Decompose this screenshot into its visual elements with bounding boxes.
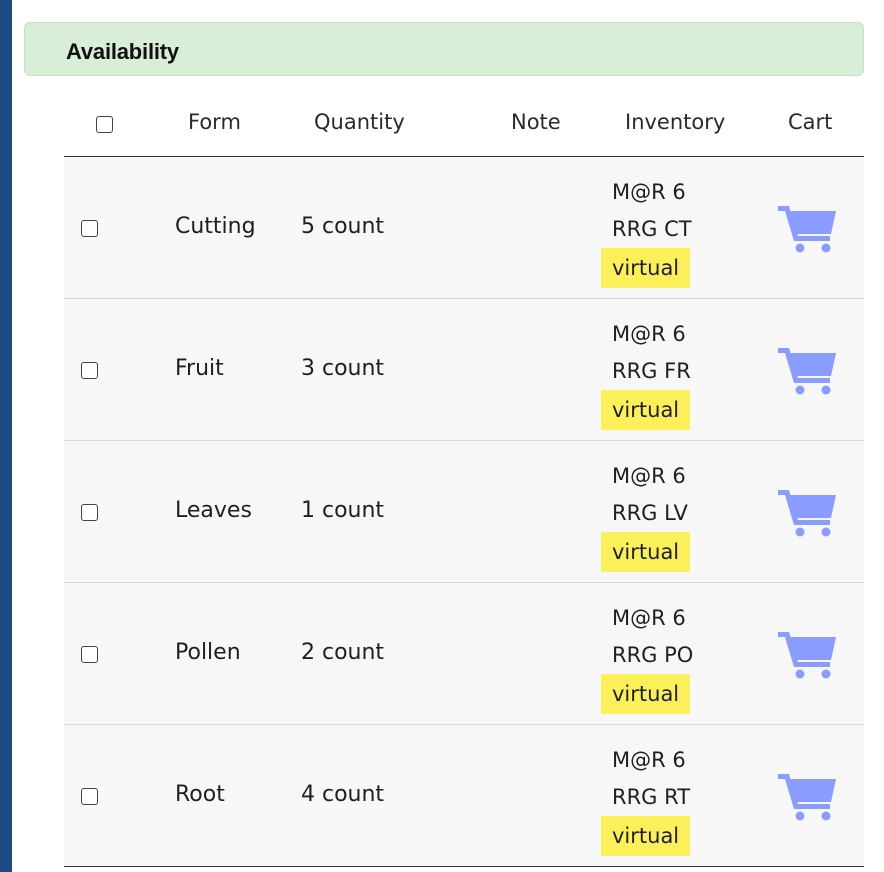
shopping-cart-icon[interactable]	[778, 345, 838, 395]
inventory-virtual-badge: virtual	[601, 248, 691, 288]
inventory-code: RRG RT	[612, 785, 691, 809]
row-quantity: 3 count	[301, 356, 385, 381]
row-inventory: M@R 6 RRG PO virtual	[601, 600, 694, 714]
row-inventory: M@R 6 RRG CT virtual	[601, 174, 692, 288]
availability-header: Availability	[24, 22, 864, 76]
row-form: Leaves	[175, 498, 252, 523]
row-select-checkbox[interactable]	[81, 362, 98, 379]
column-header-inventory[interactable]: Inventory	[625, 110, 725, 134]
inventory-location: M@R 6	[612, 748, 686, 772]
column-header-note[interactable]: Note	[511, 110, 561, 134]
availability-title: Availability	[66, 39, 179, 64]
row-select-checkbox[interactable]	[81, 220, 98, 237]
column-header-cart[interactable]: Cart	[788, 110, 832, 134]
row-quantity: 1 count	[301, 498, 385, 523]
row-form: Fruit	[175, 356, 224, 381]
select-all-checkbox[interactable]	[96, 116, 113, 133]
inventory-virtual-badge: virtual	[601, 532, 691, 572]
inventory-virtual-badge: virtual	[601, 674, 691, 714]
inventory-virtual-badge: virtual	[601, 816, 691, 856]
inventory-location: M@R 6	[612, 322, 686, 346]
shopping-cart-icon[interactable]	[778, 487, 838, 537]
shopping-cart-icon[interactable]	[778, 771, 838, 821]
row-quantity: 4 count	[301, 782, 385, 807]
shopping-cart-icon[interactable]	[778, 203, 838, 253]
availability-panel: Availability Form Quantity Note Inventor…	[12, 0, 884, 872]
inventory-virtual-badge: virtual	[601, 390, 691, 430]
row-inventory: M@R 6 RRG LV virtual	[601, 458, 691, 572]
table-row: Cutting 5 count M@R 6 RRG CT virtual	[64, 157, 864, 299]
inventory-code: RRG PO	[612, 643, 694, 667]
table-row: Leaves 1 count M@R 6 RRG LV virtual	[64, 441, 864, 583]
row-form: Cutting	[175, 214, 256, 239]
row-form: Pollen	[175, 640, 241, 665]
row-select-checkbox[interactable]	[81, 646, 98, 663]
table-row: Pollen 2 count M@R 6 RRG PO virtual	[64, 583, 864, 725]
inventory-location: M@R 6	[612, 606, 686, 630]
table-header: Form Quantity Note Inventory Cart	[64, 90, 864, 157]
row-select-checkbox[interactable]	[81, 504, 98, 521]
column-header-quantity[interactable]: Quantity	[314, 110, 405, 134]
table-row: Fruit 3 count M@R 6 RRG FR virtual	[64, 299, 864, 441]
shopping-cart-icon[interactable]	[778, 629, 838, 679]
row-inventory: M@R 6 RRG FR virtual	[601, 316, 691, 430]
row-inventory: M@R 6 RRG RT virtual	[601, 742, 691, 856]
inventory-location: M@R 6	[612, 180, 686, 204]
inventory-code: RRG LV	[612, 501, 688, 525]
table-row: Root 4 count M@R 6 RRG RT virtual	[64, 725, 864, 867]
inventory-location: M@R 6	[612, 464, 686, 488]
column-header-form[interactable]: Form	[188, 110, 241, 134]
row-quantity: 2 count	[301, 640, 385, 665]
availability-table: Form Quantity Note Inventory Cart Cuttin…	[64, 90, 864, 867]
table-body: Cutting 5 count M@R 6 RRG CT virtual Fru…	[64, 157, 864, 867]
row-quantity: 5 count	[301, 214, 385, 239]
row-select-checkbox[interactable]	[81, 788, 98, 805]
inventory-code: RRG FR	[612, 359, 691, 383]
row-form: Root	[175, 782, 225, 807]
inventory-code: RRG CT	[612, 217, 692, 241]
